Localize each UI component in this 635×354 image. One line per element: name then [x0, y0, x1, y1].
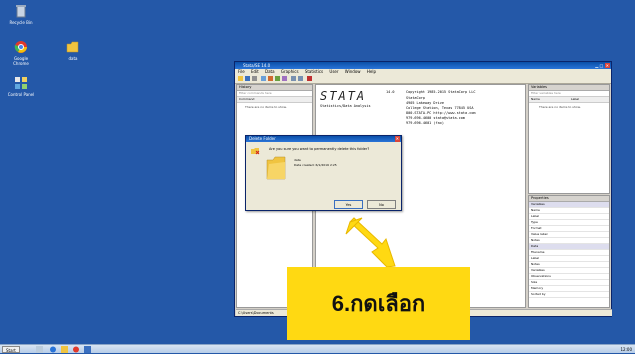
open-icon[interactable] — [238, 76, 243, 81]
explorer-icon[interactable] — [61, 346, 68, 353]
yes-button[interactable]: Yes — [334, 200, 363, 209]
variables-empty-text: There are no items to show. — [539, 105, 581, 109]
stata-icon[interactable] — [84, 346, 91, 353]
variables-pane: Variables Filter variables here Name Lab… — [528, 84, 610, 194]
delete-warning-icon — [250, 147, 260, 156]
data-browser-icon[interactable] — [298, 76, 303, 81]
stata-copyright: Copyright 1985-2015 StataCorp LLC — [406, 90, 476, 94]
delete-folder-dialog: Delete Folder ✕ Are you sure you want to… — [245, 135, 402, 211]
menu-help[interactable]: Help — [367, 69, 376, 74]
desktop-icon-recycle-bin[interactable]: Recycle Bin — [6, 4, 36, 25]
dialog-title-bar: Delete Folder ✕ — [246, 136, 401, 142]
menu-window[interactable]: Window — [345, 69, 361, 74]
info-line: 979-696-4601 (fax) — [406, 121, 444, 125]
desktop-icon-label: Recycle Bin — [9, 20, 33, 25]
break-icon[interactable] — [307, 76, 312, 81]
control-panel-icon — [14, 76, 28, 90]
arrow-annotation — [345, 217, 396, 268]
desktop-icon-label: Control Panel — [7, 92, 35, 97]
taskbar-clock: 12:00 — [620, 347, 632, 352]
properties-pane: Properties Variables Name Label Type For… — [528, 195, 610, 308]
variables-col-label[interactable]: Label — [571, 97, 579, 102]
desktop-icon-chrome[interactable]: Google Chrome — [6, 40, 36, 66]
variables-col-name[interactable]: Name — [529, 97, 571, 102]
history-empty-text: There are no items to show. — [245, 105, 287, 109]
maximize-icon[interactable]: □ — [600, 63, 604, 68]
window-title: Stata/SE 14.0 — [243, 63, 271, 68]
stata-version: 14.0 — [386, 90, 395, 94]
ie-icon[interactable] — [50, 346, 56, 353]
stata-tagline: Statistics/Data Analysis — [320, 104, 371, 108]
user-icon[interactable] — [36, 346, 43, 353]
dialog-title: Delete Folder — [249, 136, 276, 141]
menu-user[interactable]: User — [329, 69, 338, 74]
recycle-bin-icon — [14, 4, 28, 18]
desktop-icon-data-folder[interactable]: data — [58, 40, 88, 61]
desktop-icon-label: Google Chrome — [13, 56, 29, 66]
chrome-icon[interactable] — [73, 346, 79, 353]
close-icon[interactable]: ✕ — [604, 63, 610, 68]
stata-info-block: StataCorp 4905 Lakeway Drive College Sta… — [406, 96, 476, 126]
menu-statistics[interactable]: Statistics — [305, 69, 323, 74]
folder-date: Date created: 6/1/2016 2:25 — [294, 163, 337, 167]
menu-graphics[interactable]: Graphics — [281, 69, 299, 74]
minimize-icon[interactable]: ▁ — [595, 63, 598, 68]
desktop-icon-control-panel[interactable]: Control Panel — [6, 76, 36, 97]
taskbar: Start 12:00 — [0, 344, 635, 353]
callout-text: 6.กดเลือก — [331, 291, 426, 316]
start-button[interactable]: Start — [2, 346, 20, 353]
status-path: C:\Users\Documents — [238, 311, 274, 315]
data-editor-icon[interactable] — [291, 76, 296, 81]
desktop-icon-label: data — [68, 56, 78, 61]
menu-edit[interactable]: Edit — [251, 69, 259, 74]
properties-row[interactable]: Sorted by — [529, 292, 609, 298]
stata-logo: STATA — [320, 89, 367, 103]
viewer-icon[interactable] — [268, 76, 273, 81]
stata-title-bar: Stata/SE 14.0 ▁ □ ✕ — [235, 62, 611, 69]
chrome-icon — [14, 40, 28, 54]
folder-details: data Date created: 6/1/2016 2:25 — [294, 158, 337, 168]
menu-file[interactable]: File — [238, 69, 245, 74]
dialog-question: Are you sure you want to permanently del… — [269, 147, 370, 151]
menu-data[interactable]: Data — [265, 69, 275, 74]
folder-icon — [66, 40, 80, 54]
save-icon[interactable] — [245, 76, 250, 81]
do-file-editor-icon[interactable] — [282, 76, 287, 81]
close-icon[interactable]: ✕ — [394, 136, 400, 142]
folder-icon — [266, 156, 286, 181]
print-icon[interactable] — [252, 76, 257, 81]
toolbar — [235, 75, 611, 84]
instruction-callout: 6.กดเลือก — [287, 267, 470, 340]
no-button[interactable]: No — [367, 200, 396, 209]
graph-icon[interactable] — [275, 76, 280, 81]
log-icon[interactable] — [261, 76, 266, 81]
window-controls[interactable]: ▁ □ ✕ — [595, 62, 610, 69]
